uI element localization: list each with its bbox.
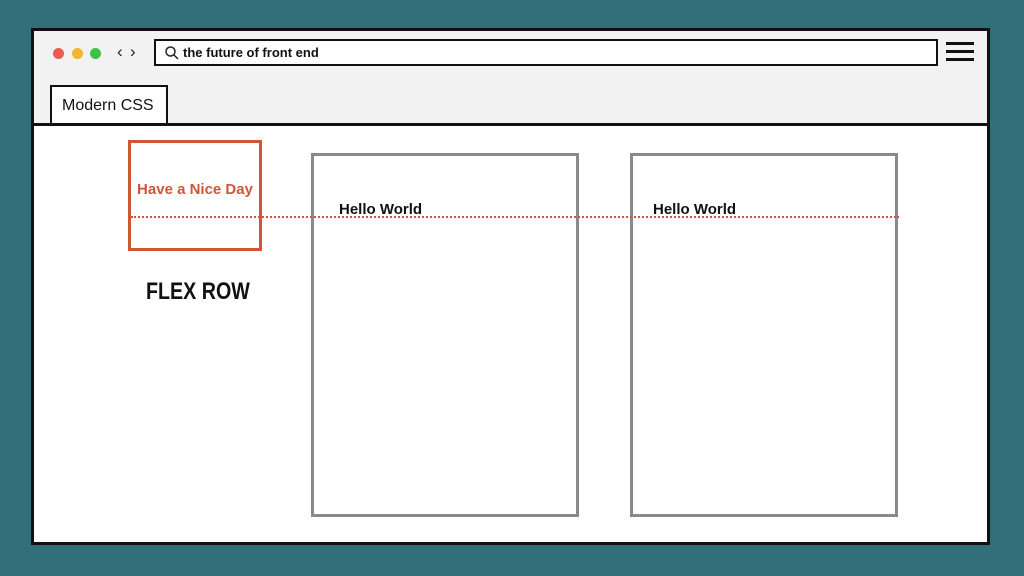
search-icon [165,46,179,60]
back-arrow-icon[interactable]: ‹ [117,41,123,63]
browser-toolbar: ‹ › the future of front end Modern CSS [34,31,987,126]
content-card: Hello World [630,153,898,517]
close-window-button[interactable] [53,48,64,59]
address-bar[interactable]: the future of front end [154,39,938,66]
address-bar-url: the future of front end [183,45,319,60]
highlight-box: Have a Nice Day [128,140,262,251]
page-content: Have a Nice Day FLEX ROW Hello World Hel… [34,126,987,542]
maximize-window-button[interactable] [90,48,101,59]
tab-label: Modern CSS [62,97,154,114]
browser-window: ‹ › the future of front end Modern CSS H… [31,28,990,545]
tab-modern-css[interactable]: Modern CSS [50,85,168,123]
highlight-box-text: Have a Nice Day [137,181,253,198]
minimize-window-button[interactable] [72,48,83,59]
baseline-guide [131,216,899,218]
content-card: Hello World [311,153,579,517]
forward-arrow-icon[interactable]: › [130,41,136,63]
flex-row-caption: FLEX ROW [146,278,250,305]
hamburger-menu-icon[interactable] [946,41,974,63]
